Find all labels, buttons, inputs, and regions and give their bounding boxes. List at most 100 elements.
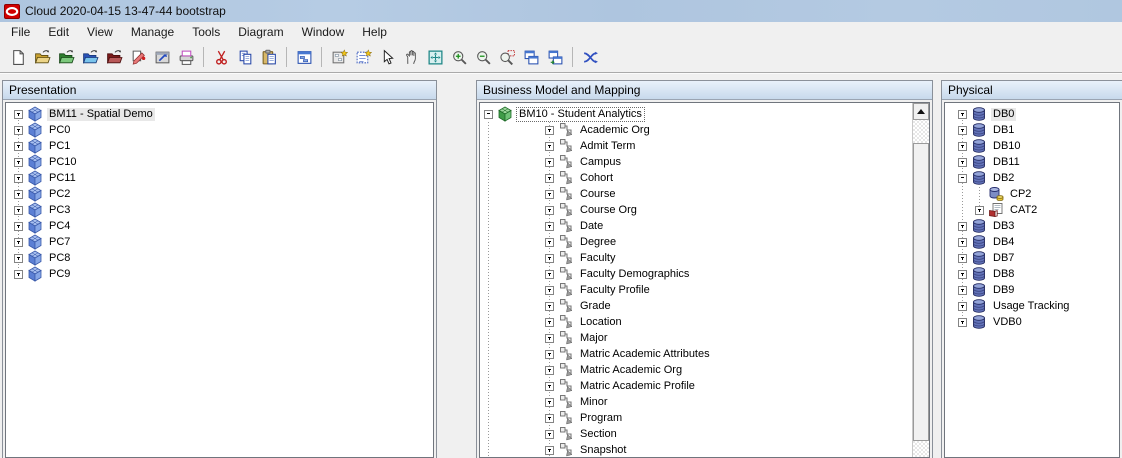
tree-item-label[interactable]: Faculty Demographics — [578, 268, 691, 281]
zoom-selection-button[interactable] — [495, 45, 519, 69]
tree-item[interactable]: Major — [480, 330, 911, 346]
tree-item[interactable]: Program — [480, 410, 911, 426]
tree-item[interactable]: PC10 — [6, 154, 433, 170]
tree-item-label[interactable]: PC2 — [47, 188, 72, 201]
expand-icon[interactable] — [14, 237, 23, 247]
expand-icon[interactable] — [14, 221, 23, 231]
tree-item-label[interactable]: Major — [578, 332, 610, 345]
tree-item-label[interactable]: DB4 — [991, 236, 1016, 249]
scroll-up-button[interactable] — [913, 103, 929, 120]
expand-icon[interactable] — [958, 141, 967, 151]
tree-item-label[interactable]: Course — [578, 188, 617, 201]
tree-item[interactable]: BM11 - Spatial Demo — [6, 106, 433, 122]
expand-icon[interactable] — [545, 301, 554, 311]
tree-item[interactable]: Matric Academic Org — [480, 362, 911, 378]
tree-item-label[interactable]: Snapshot — [578, 444, 628, 457]
expand-icon[interactable] — [545, 381, 554, 391]
tree-item[interactable]: Matric Academic Attributes — [480, 346, 911, 362]
tree-item-label[interactable]: Academic Org — [578, 124, 652, 137]
expand-icon[interactable] — [545, 397, 554, 407]
tree-item-label[interactable]: Admit Term — [578, 140, 637, 153]
paste-button[interactable] — [257, 45, 281, 69]
tree-item[interactable]: DB2 — [945, 170, 1119, 186]
tree-item-label[interactable]: Minor — [578, 396, 610, 409]
expand-icon[interactable] — [545, 189, 554, 199]
zoom-in-button[interactable] — [447, 45, 471, 69]
expand-icon[interactable] — [545, 429, 554, 439]
expand-icon[interactable] — [14, 189, 23, 199]
fit-view-button[interactable] — [423, 45, 447, 69]
tree-item-label[interactable]: Grade — [578, 300, 613, 313]
tree-item-label[interactable]: PC0 — [47, 124, 72, 137]
tree-item-label[interactable]: Location — [578, 316, 624, 329]
open-recent-button[interactable] — [102, 45, 126, 69]
expand-icon[interactable] — [545, 173, 554, 183]
tree-item-label[interactable]: PC11 — [47, 172, 78, 185]
tree-item-label[interactable]: Date — [578, 220, 605, 233]
tree-item[interactable]: Matric Academic Profile — [480, 378, 911, 394]
tree-item[interactable]: DB7 — [945, 250, 1119, 266]
zoom-out-button[interactable] — [471, 45, 495, 69]
expand-icon[interactable] — [975, 205, 984, 215]
tree-item[interactable]: Location — [480, 314, 911, 330]
tree-item[interactable]: CP2 — [945, 186, 1119, 202]
tree-item-label[interactable]: PC4 — [47, 220, 72, 233]
expand-icon[interactable] — [958, 157, 967, 167]
session-window-button[interactable] — [292, 45, 316, 69]
tree-item-label[interactable]: Campus — [578, 156, 623, 169]
tree-item-label[interactable]: PC8 — [47, 252, 72, 265]
expand-icon[interactable] — [545, 333, 554, 343]
tree-item[interactable]: DB10 — [945, 138, 1119, 154]
tree-item[interactable]: Faculty Demographics — [480, 266, 911, 282]
cut-button[interactable] — [209, 45, 233, 69]
tree-item[interactable]: PC11 — [6, 170, 433, 186]
tree-item[interactable]: PC0 — [6, 122, 433, 138]
expand-icon[interactable] — [14, 125, 23, 135]
vertical-scrollbar[interactable] — [912, 103, 929, 457]
tree-item[interactable]: Cohort — [480, 170, 911, 186]
expand-icon[interactable] — [545, 365, 554, 375]
tree-item[interactable]: Course — [480, 186, 911, 202]
tree-item-label[interactable]: DB9 — [991, 284, 1016, 297]
tree-item[interactable]: Faculty — [480, 250, 911, 266]
expand-icon[interactable] — [545, 445, 554, 455]
save-button[interactable] — [150, 45, 174, 69]
expand-icon[interactable] — [545, 125, 554, 135]
expand-icon[interactable] — [545, 221, 554, 231]
expand-icon[interactable] — [958, 253, 967, 263]
tree-item[interactable]: Admit Term — [480, 138, 911, 154]
expand-icon[interactable] — [958, 237, 967, 247]
tree-item-label[interactable]: DB8 — [991, 268, 1016, 281]
menu-tools[interactable]: Tools — [183, 23, 229, 41]
expand-icon[interactable] — [958, 221, 967, 231]
tree-item-label[interactable]: BM10 - Student Analytics — [516, 106, 645, 122]
tree-item[interactable]: DB1 — [945, 122, 1119, 138]
check-consistency-button[interactable] — [578, 45, 602, 69]
expand-icon[interactable] — [14, 205, 23, 215]
tree-item-label[interactable]: Matric Academic Attributes — [578, 348, 712, 361]
menu-file[interactable]: File — [2, 23, 39, 41]
tree-item-label[interactable]: PC3 — [47, 204, 72, 217]
print-button[interactable] — [174, 45, 198, 69]
expand-icon[interactable] — [958, 317, 967, 327]
open-offline-button[interactable] — [30, 45, 54, 69]
menu-help[interactable]: Help — [353, 23, 396, 41]
tree-item[interactable]: DB8 — [945, 266, 1119, 282]
tree-item[interactable]: CAT2 — [945, 202, 1119, 218]
copy-button[interactable] — [233, 45, 257, 69]
expand-icon[interactable] — [958, 285, 967, 295]
check-out-button[interactable] — [126, 45, 150, 69]
menu-edit[interactable]: Edit — [39, 23, 78, 41]
menu-window[interactable]: Window — [293, 23, 354, 41]
expand-icon[interactable] — [958, 269, 967, 279]
tree-item-label[interactable]: DB1 — [991, 124, 1016, 137]
tree-item[interactable]: PC1 — [6, 138, 433, 154]
new-diagram-button[interactable] — [327, 45, 351, 69]
tree-item-label[interactable]: PC9 — [47, 268, 72, 281]
tree-item[interactable]: PC4 — [6, 218, 433, 234]
tree-item[interactable]: PC2 — [6, 186, 433, 202]
tree-item[interactable]: PC9 — [6, 266, 433, 282]
tree-item-label[interactable]: PC10 — [47, 156, 79, 169]
pan-button[interactable] — [399, 45, 423, 69]
tree-item-label[interactable]: Matric Academic Profile — [578, 380, 697, 393]
